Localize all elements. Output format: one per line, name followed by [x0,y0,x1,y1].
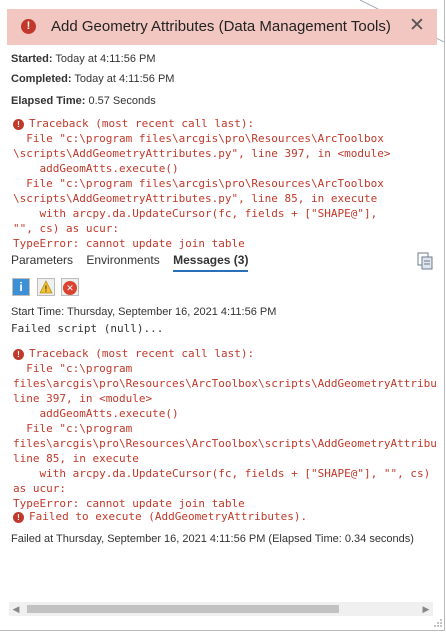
error-icon: ✕ [63,281,77,295]
error-icon: ! [13,511,24,523]
error-line: as ucur: [13,482,66,495]
error-line: with arcpy.da.UpdateCursor(fc, fields + … [13,467,431,480]
error-line: "", cs) as ucur: [13,222,119,235]
started-value: Today at 4:11:56 PM [55,53,156,65]
elapsed-label: Elapsed Time: [11,95,86,107]
error-line: line 397, in <module> [13,392,153,405]
started-row: Started: Today at 4:11:56 PM [11,53,156,65]
elapsed-row: Elapsed Time: 0.57 Seconds [11,95,156,107]
info-filter-button[interactable]: i [12,278,30,296]
error-line: addGeomAtts.execute() [13,162,179,175]
error-line: addGeomAtts.execute() [13,407,179,420]
error-icon: ! [21,19,36,34]
error-filter-button[interactable]: ✕ [61,278,79,296]
error-line: \scripts\AddGeometryAttributes.py", line… [13,192,378,205]
start-time-message: Start Time: Thursday, September 16, 2021… [11,306,277,318]
error-line: files\arcgis\pro\Resources\ArcToolbox\sc… [13,437,437,450]
error-line: File "c:\program [13,362,133,375]
error-line: ! Traceback (most recent call last): [13,116,391,131]
messages-traceback-block: ! Traceback (most recent call last): File… [13,346,437,511]
horizontal-scrollbar[interactable]: ◀ ▶ [9,602,433,616]
error-line: File "c:\program files\arcgis\pro\Resour… [13,177,384,190]
failed-script-message: Failed script (null)... [11,322,164,335]
failed-at-message: Failed at Thursday, September 16, 2021 4… [11,533,414,545]
completed-label: Completed: [11,73,72,85]
geoprocessing-message-window: ! Add Geometry Attributes (Data Manageme… [0,0,445,631]
close-button[interactable]: ✕ [407,15,427,37]
tool-title: Add Geometry Attributes (Data Management… [51,18,391,35]
scrollbar-thumb[interactable] [27,605,339,613]
started-label: Started: [11,53,53,65]
error-line: File "c:\program files\arcgis\pro\Resour… [13,132,384,145]
completed-value: Today at 4:11:56 PM [74,73,175,85]
tab-messages[interactable]: Messages (3) [173,253,249,272]
copy-icon[interactable] [417,252,433,270]
scroll-left-arrow-icon[interactable]: ◀ [9,602,23,616]
title-bar: ! Add Geometry Attributes (Data Manageme… [7,9,437,45]
tab-strip: Parameters Environments Messages (3) [11,253,258,272]
completed-row: Completed: Today at 4:11:56 PM [11,73,174,85]
error-line: with arcpy.da.UpdateCursor(fc, fields + … [13,207,378,220]
elapsed-value: 0.57 Seconds [88,95,156,107]
resize-grip-icon[interactable] [433,618,443,628]
error-line: ! Traceback (most recent call last): [13,346,437,361]
failed-execute-text: Failed to execute (AddGeometryAttributes… [29,510,308,523]
failed-execute-message: ! Failed to execute (AddGeometryAttribute… [13,509,307,524]
error-line: line 85, in execute [13,452,139,465]
warning-filter-button[interactable]: ! [37,278,55,296]
error-line: TypeError: cannot update join table [13,237,245,250]
warning-icon: ! [39,280,53,294]
error-line: files\arcgis\pro\Resources\ArcToolbox\sc… [13,377,437,390]
scroll-right-arrow-icon[interactable]: ▶ [419,602,433,616]
svg-text:!: ! [45,285,48,294]
summary-error-block: ! Traceback (most recent call last): File… [13,116,391,251]
tab-parameters[interactable]: Parameters [11,253,73,270]
error-line: File "c:\program [13,422,133,435]
error-icon: ! [13,348,24,360]
tab-environments[interactable]: Environments [86,253,159,270]
error-line: \scripts\AddGeometryAttributes.py", line… [13,147,391,160]
error-icon: ! [13,118,24,130]
